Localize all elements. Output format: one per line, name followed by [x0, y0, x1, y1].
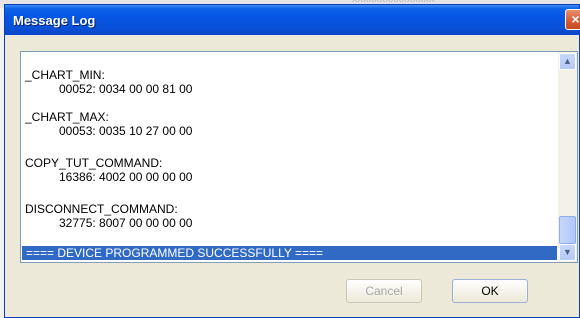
log-entry-data: 32775: 8007 00 00 00 00: [59, 216, 193, 230]
window-title: Message Log: [13, 13, 96, 28]
chevron-down-icon: ▼: [563, 247, 572, 257]
log-entry[interactable]: _CHART_MIN: 00052: 0034 00 00 81 00: [25, 68, 555, 96]
scroll-up-button[interactable]: ▲: [559, 53, 576, 70]
scroll-thumb[interactable]: [559, 216, 576, 244]
log-entry-name: _CHART_MIN:: [25, 68, 105, 82]
log-entry-name: _CHART_MAX:: [25, 110, 109, 124]
scroll-down-button[interactable]: ▼: [559, 244, 576, 261]
log-entry-name: COPY_TUT_COMMAND:: [25, 156, 163, 170]
log-entry-data: 00053: 0035 10 27 00 00: [59, 124, 193, 138]
log-entry-data: 00052: 0034 00 00 81 00: [59, 82, 193, 96]
chevron-up-icon: ▲: [563, 56, 572, 66]
log-content: _CHART_MIN: 00052: 0034 00 00 81 00 _CHA…: [21, 52, 558, 262]
log-entry-name: DISCONNECT_COMMAND:: [25, 202, 178, 216]
cancel-button[interactable]: Cancel: [346, 279, 422, 303]
ok-button[interactable]: OK: [452, 279, 528, 303]
log-entry-data: 16386: 4002 00 00 00 00: [59, 170, 193, 184]
close-button[interactable]: ×: [565, 9, 580, 30]
log-success-line[interactable]: ==== DEVICE PROGRAMMED SUCCESSFULLY ====: [22, 246, 557, 260]
log-list[interactable]: _CHART_MIN: 00052: 0034 00 00 81 00 _CHA…: [20, 51, 578, 263]
log-entry[interactable]: COPY_TUT_COMMAND: 16386: 4002 00 00 00 0…: [25, 156, 555, 184]
log-entry[interactable]: DISCONNECT_COMMAND: 32775: 8007 00 00 00…: [25, 202, 555, 230]
log-entry[interactable]: _CHART_MAX: 00053: 0035 10 27 00 00: [25, 110, 555, 138]
close-icon: ×: [571, 11, 580, 27]
title-bar[interactable]: Message Log ×: [5, 5, 580, 35]
vertical-scrollbar[interactable]: ▲ ▼: [558, 52, 577, 262]
